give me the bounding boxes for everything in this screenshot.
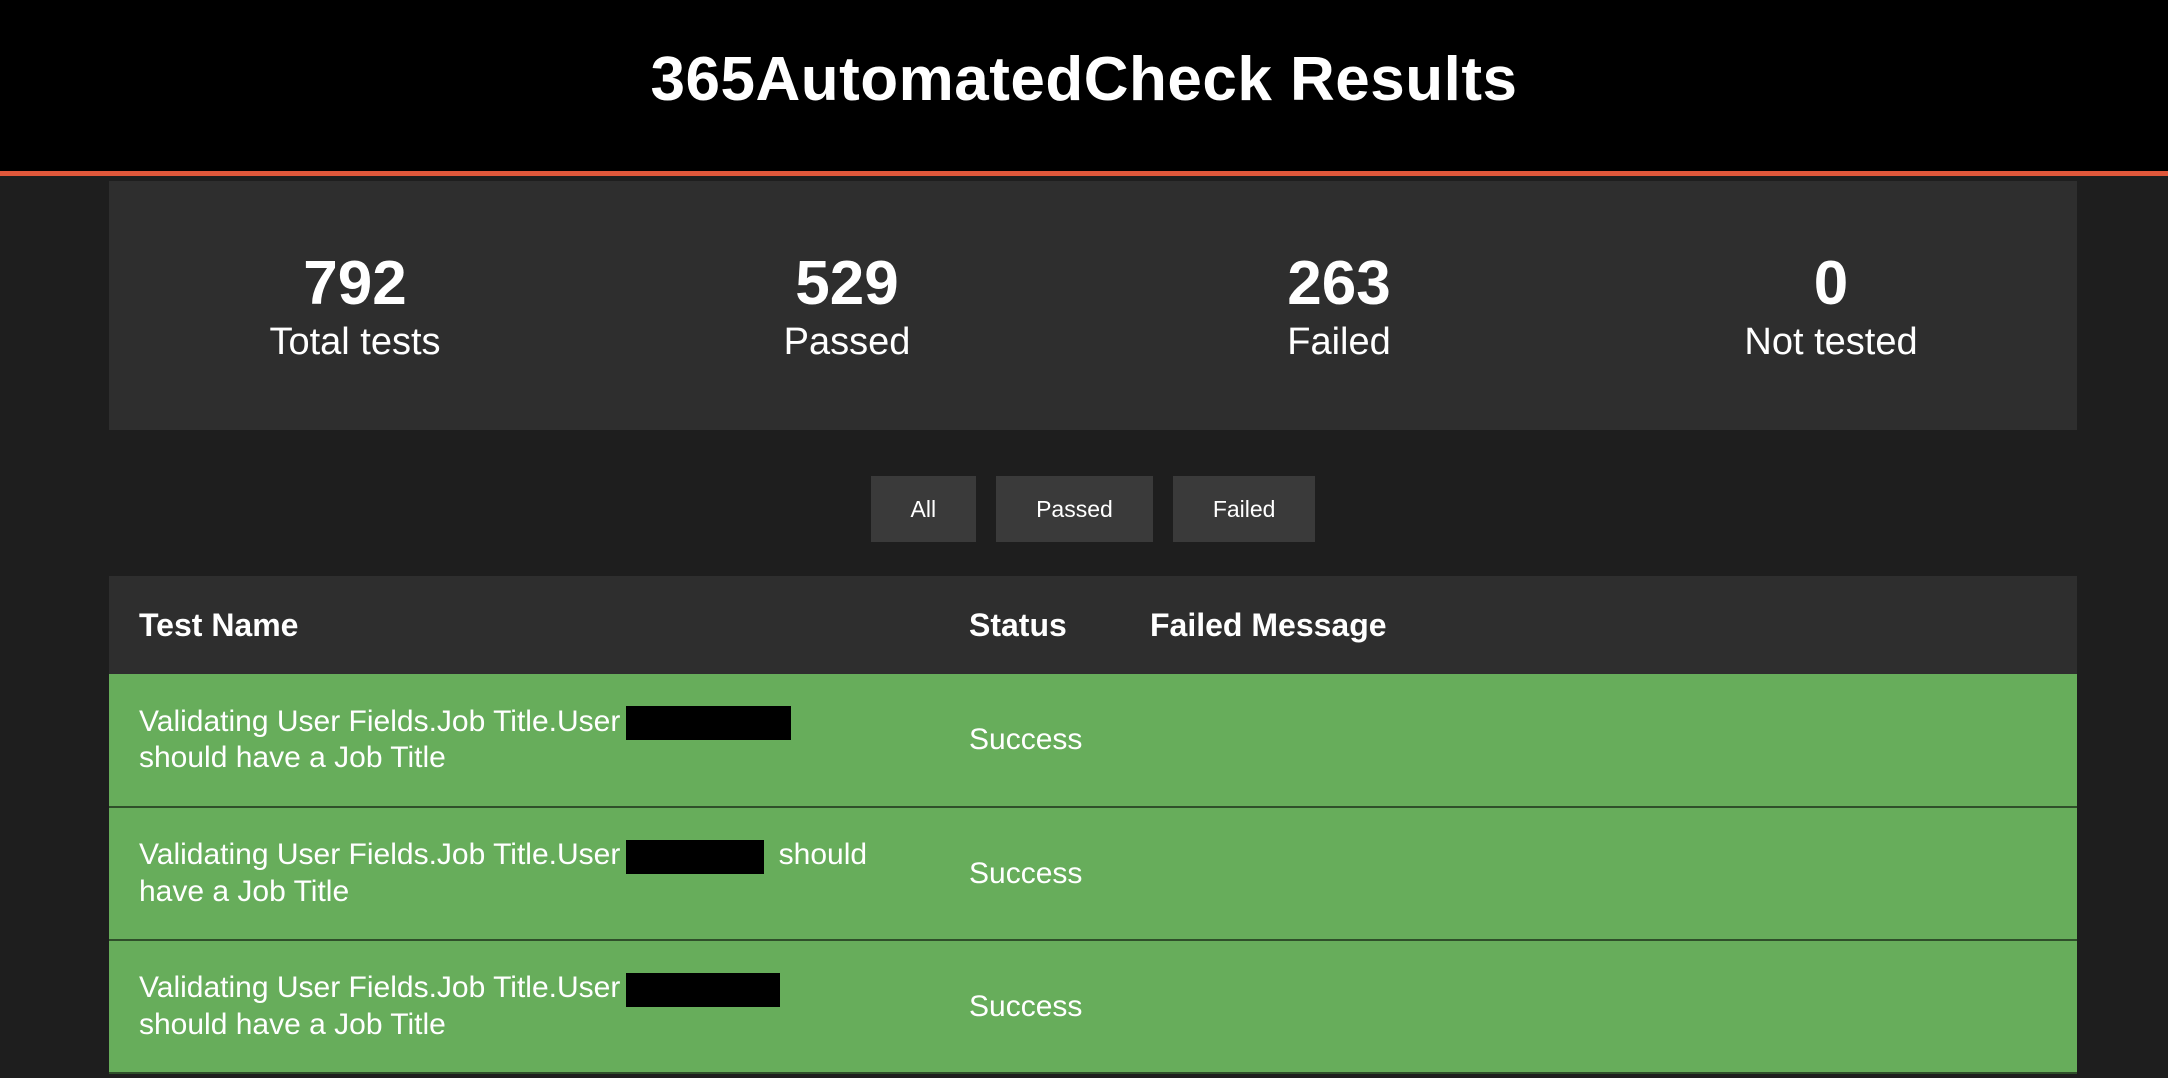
stat-total-label: Total tests [269, 321, 441, 364]
stat-total-value: 792 [303, 249, 407, 319]
test-name-cell: Validating User Fields.Job Title.User sho… [109, 940, 939, 1073]
stat-failed-label: Failed [1287, 321, 1391, 364]
table-row[interactable]: Validating User Fields.Job Title.User sho… [109, 674, 2077, 807]
table-header-row: Test Name Status Failed Message [109, 576, 2077, 674]
stat-failed-value: 263 [1287, 249, 1391, 319]
test-name-cell: Validating User Fields.Job Title.User sh… [109, 807, 939, 940]
table-row[interactable]: Validating User Fields.Job Title.User sh… [109, 807, 2077, 940]
test-name-prefix: Validating User Fields.Job Title.User [139, 971, 621, 1005]
test-name-cell: Validating User Fields.Job Title.User sho… [109, 674, 939, 807]
redacted-username [626, 839, 765, 874]
stat-passed-value: 529 [795, 249, 899, 319]
stat-passed: 529 Passed [601, 249, 1093, 366]
stat-not-tested: 0 Not tested [1585, 249, 2077, 366]
filter-failed-button[interactable]: Failed [1172, 476, 1316, 542]
failed-message-cell [1120, 807, 2077, 940]
status-cell: Success [969, 989, 1083, 1023]
redacted-username [626, 972, 781, 1007]
test-name-suffix: should have a Job Title [139, 1007, 446, 1041]
redacted-username [626, 706, 792, 741]
table-row[interactable]: Validating User Fields.Job Title.User sho… [109, 940, 2077, 1073]
main-content: 792 Total tests 529 Passed 263 Failed 0 … [109, 181, 2077, 1074]
status-cell: Success [969, 856, 1083, 890]
filter-bar: All Passed Failed [109, 430, 2077, 576]
test-name-prefix: Validating User Fields.Job Title.User [139, 838, 621, 872]
column-header-status[interactable]: Status [939, 576, 1120, 674]
stat-total: 792 Total tests [109, 249, 601, 366]
stat-failed: 263 Failed [1093, 249, 1585, 366]
results-table: Test Name Status Failed Message Validati… [109, 576, 2077, 1074]
failed-message-cell [1120, 674, 2077, 807]
column-header-test-name[interactable]: Test Name [109, 576, 939, 674]
failed-message-cell [1120, 940, 2077, 1073]
summary-panel: 792 Total tests 529 Passed 263 Failed 0 … [109, 181, 2077, 430]
stat-not-tested-label: Not tested [1744, 321, 1918, 364]
stat-passed-label: Passed [783, 321, 911, 364]
stat-not-tested-value: 0 [1813, 249, 1849, 319]
test-name-suffix: should have a Job Title [139, 741, 446, 775]
filter-all-button[interactable]: All [870, 476, 977, 542]
page-title: 365AutomatedCheck Results [650, 45, 1518, 114]
status-cell: Success [969, 723, 1083, 756]
filter-passed-button[interactable]: Passed [996, 476, 1153, 542]
column-header-failed-message[interactable]: Failed Message [1120, 576, 2077, 674]
page-header: 365AutomatedCheck Results [0, 0, 2168, 176]
test-name-prefix: Validating User Fields.Job Title.User [139, 704, 621, 738]
